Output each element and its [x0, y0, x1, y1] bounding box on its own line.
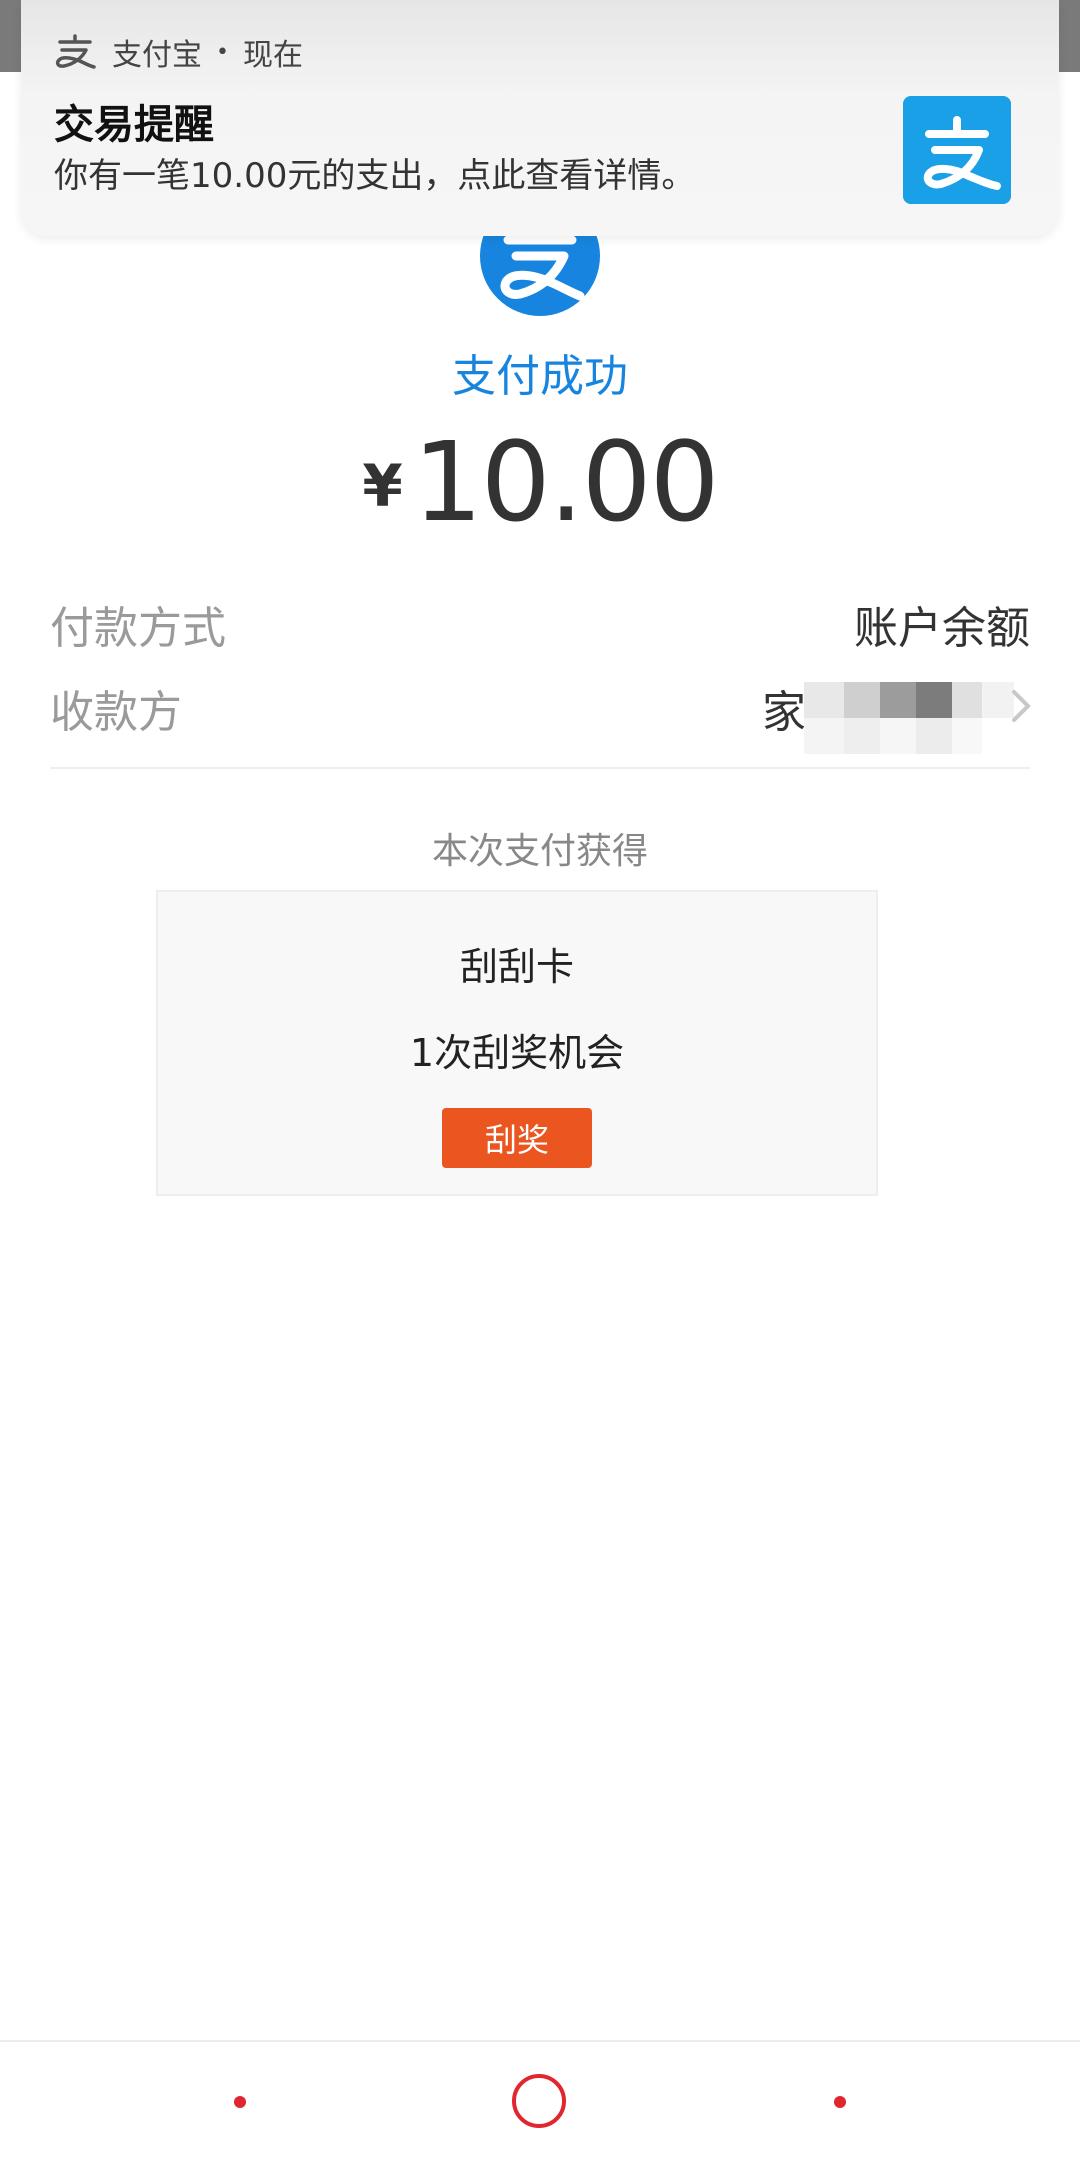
payment-notification[interactable]: 支付宝 • 现在 交易提醒 你有一笔10.00元的支出，点此查看详情。 — [21, 0, 1059, 236]
scratch-button[interactable]: 刮奖 — [442, 1108, 592, 1168]
reward-section-title: 本次支付获得 — [431, 831, 648, 872]
reward-card-name: 刮刮卡 — [459, 945, 574, 989]
divider — [50, 767, 1030, 769]
payee-label: 收款方 — [50, 687, 182, 738]
amount-display: ¥10.00 — [0, 418, 1080, 546]
payee-redaction-mask — [804, 682, 1014, 754]
alipay-icon — [55, 34, 96, 69]
recent-apps-icon[interactable] — [834, 2096, 846, 2108]
notification-header: 支付宝 • 现在 — [54, 32, 303, 73]
notification-app-name: 支付宝 — [112, 38, 202, 73]
scratch-card-reward: 刮刮卡 1次刮奖机会 刮奖 — [156, 890, 878, 1196]
currency-symbol: ¥ — [362, 452, 403, 520]
chevron-right-icon[interactable] — [1006, 686, 1036, 726]
alipay-logo-icon — [903, 96, 1011, 204]
notification-time: 现在 — [242, 38, 303, 73]
notification-title: 交易提醒 — [54, 102, 214, 148]
notification-body: 你有一笔10.00元的支出，点此查看详情。 — [54, 156, 696, 196]
payment-method-value: 账户余额 — [854, 603, 1030, 654]
payment-method-row: 付款方式 账户余额 — [50, 592, 1030, 654]
reward-card-description: 1次刮奖机会 — [409, 1031, 625, 1075]
amount-value: 10.00 — [412, 418, 720, 546]
back-icon[interactable] — [234, 2096, 246, 2108]
notification-separator: • — [216, 39, 229, 65]
payment-result-screen: 支付成功 ¥10.00 付款方式 账户余额 收款方 家果 本次支付获得 刮刮卡 … — [0, 0, 1080, 2160]
home-icon[interactable] — [512, 2074, 566, 2128]
system-nav-bar — [0, 2040, 1080, 2160]
payment-method-label: 付款方式 — [50, 603, 226, 654]
payment-status: 支付成功 — [452, 351, 628, 402]
